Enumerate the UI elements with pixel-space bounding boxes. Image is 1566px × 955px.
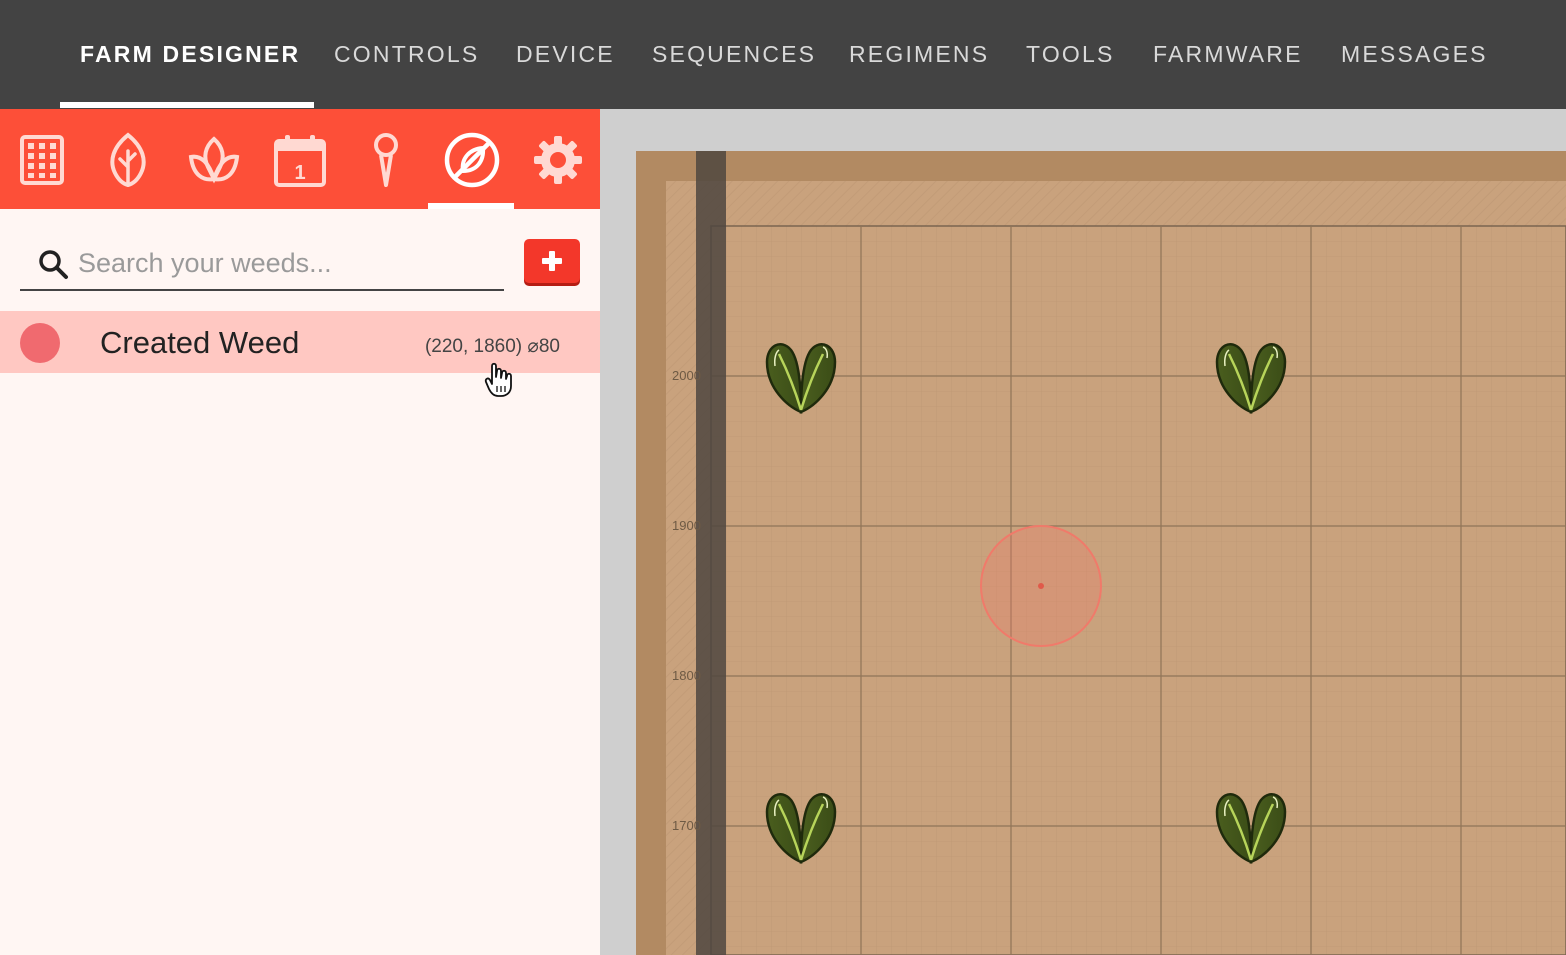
nav-controls[interactable]: CONTROLS (334, 0, 479, 109)
calendar-icon[interactable]: 1 (271, 131, 329, 189)
y-axis-label: 1900 (672, 518, 701, 533)
nav-messages[interactable]: MESSAGES (1341, 0, 1488, 109)
plant-leaf-icon[interactable] (99, 131, 157, 189)
weed-icon[interactable] (443, 131, 501, 189)
gear-icon[interactable] (529, 131, 587, 189)
nav-device[interactable]: DEVICE (516, 0, 615, 109)
nav-regimens[interactable]: REGIMENS (849, 0, 989, 109)
search-input[interactable] (78, 239, 498, 287)
point-pin-icon[interactable] (357, 131, 415, 189)
gantry-rail (696, 151, 726, 955)
y-axis-label: 2000 (672, 368, 701, 383)
weed-name: Created Weed (100, 325, 300, 360)
nav-active-indicator (60, 102, 314, 108)
plant-group-icon[interactable] (185, 131, 243, 189)
weed-color-dot (20, 323, 60, 363)
y-axis-label: 1700 (672, 818, 701, 833)
search-icon (39, 250, 68, 279)
designer-panel: 1 Search your weeds... Created Weed (220… (0, 109, 600, 955)
svg-text:1: 1 (294, 162, 305, 184)
y-axis-label: 1800 (672, 668, 701, 683)
nav-tools[interactable]: TOOLS (1026, 0, 1115, 109)
created-weed-marker[interactable] (980, 525, 1102, 647)
nav-farmware[interactable]: FARMWARE (1153, 0, 1303, 109)
search-bar (20, 235, 504, 291)
map-grid-icon[interactable] (13, 131, 71, 189)
nav-sequences[interactable]: SEQUENCES (652, 0, 816, 109)
panel-tab-active-indicator (428, 203, 514, 209)
panel-tabs: 1 (0, 109, 600, 209)
garden-map-canvas[interactable] (600, 109, 1566, 955)
plus-icon (542, 251, 562, 271)
hand-cursor-icon (484, 362, 512, 397)
add-weed-button[interactable] (524, 239, 580, 283)
weed-location-size: (220, 1860) ⌀80 (424, 336, 560, 357)
garden-map[interactable]: 2000 1900 1800 1700 (600, 109, 1566, 955)
top-nav: FARM DESIGNER CONTROLS DEVICE SEQUENCES … (0, 0, 1566, 109)
nav-farm-designer[interactable]: FARM DESIGNER (80, 0, 300, 109)
